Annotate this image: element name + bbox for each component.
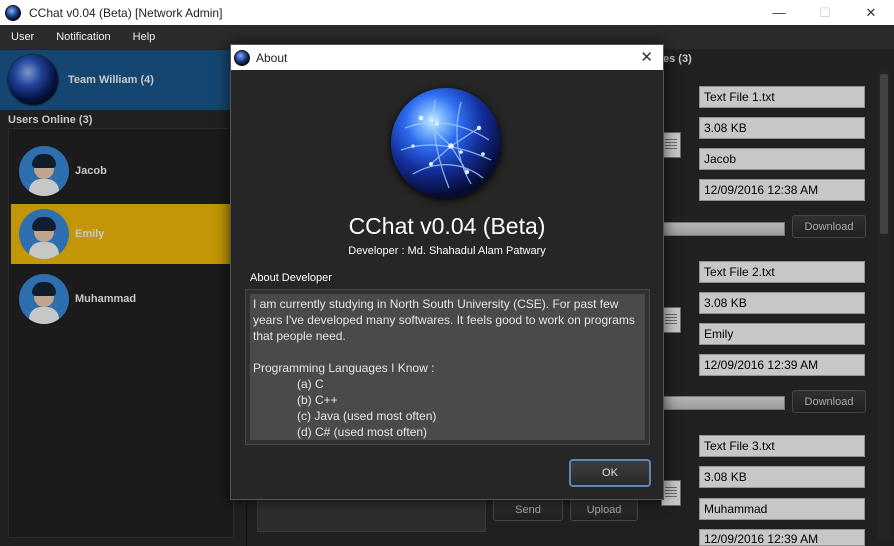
- language-item: (d) C# (used most often): [297, 425, 428, 439]
- maximize-button[interactable]: ☐: [802, 0, 848, 25]
- title-bar: CChat v0.04 (Beta) [Network Admin] — ☐ ✕: [0, 0, 894, 25]
- app-globe-icon: [5, 4, 21, 21]
- language-item: (c) Java (used most often): [297, 409, 437, 423]
- about-developer-label: About Developer: [250, 272, 332, 284]
- about-text-box[interactable]: I am currently studying in North South U…: [245, 289, 650, 445]
- app-globe-icon: [234, 49, 250, 66]
- app-logo-globe-icon: [391, 88, 501, 198]
- ok-button[interactable]: OK: [569, 459, 651, 487]
- close-button[interactable]: ✕: [848, 0, 894, 25]
- dialog-title: About: [256, 50, 288, 65]
- dialog-close-button[interactable]: ✕: [640, 48, 653, 66]
- about-dialog: About ✕ CChat v0.04 (Beta) Developer : M…: [230, 44, 664, 500]
- window-controls: — ☐ ✕: [756, 0, 894, 25]
- menu-user[interactable]: User: [0, 31, 45, 43]
- about-paragraph: I am currently studying in North South U…: [253, 297, 635, 343]
- dialog-title-bar: About ✕: [231, 45, 663, 70]
- menu-notification[interactable]: Notification: [45, 31, 121, 43]
- language-item: (b) C++: [297, 393, 338, 407]
- app-name: CChat v0.04 (Beta): [348, 213, 546, 239]
- languages-title: Programming Languages I Know :: [253, 361, 435, 375]
- window-title: CChat v0.04 (Beta) [Network Admin]: [29, 5, 223, 20]
- developer-credit: Developer : Md. Shahadul Alam Patwary: [348, 245, 546, 257]
- minimize-button[interactable]: —: [756, 0, 802, 25]
- menu-help[interactable]: Help: [122, 31, 167, 43]
- language-item: (a) C: [297, 377, 324, 391]
